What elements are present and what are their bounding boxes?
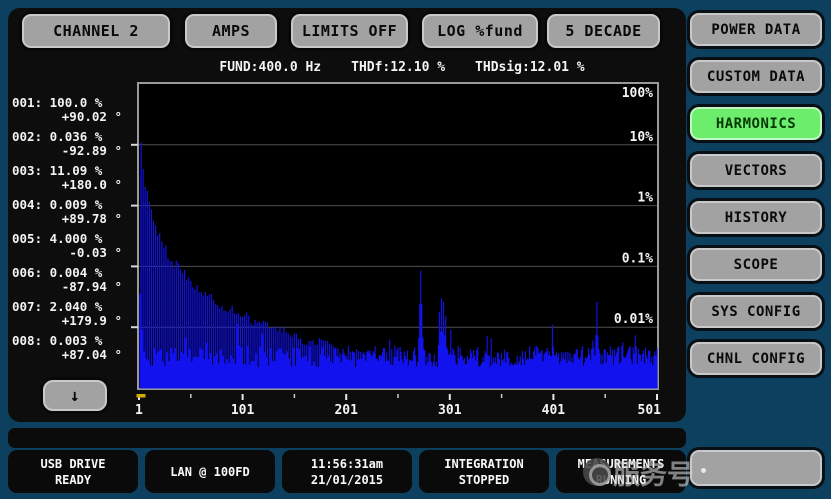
harmonic-entry: 003: 11.09 % +180.0 ° (12, 164, 138, 192)
decade-range-button[interactable]: 5 DECADE (547, 14, 660, 48)
svg-text:0.01%: 0.01% (614, 312, 653, 327)
status-usb: USB DRIVEREADY (8, 450, 138, 493)
harmonic-entry: 005: 4.000 % -0.03 ° (12, 232, 138, 260)
menu-custom-data-button[interactable]: CUSTOM DATA (690, 60, 822, 93)
harmonic-entry: 002: 0.036 % -92.89 ° (12, 130, 138, 158)
fundamental-frequency-value: FUND:400.0 Hz (219, 60, 321, 78)
thdf-value: THDf:12.10 % (351, 60, 445, 78)
status-datetime: 11:56:31am21/01/2015 (282, 450, 412, 493)
right-menu: POWER DATA CUSTOM DATA HARMONICS VECTORS… (690, 13, 822, 375)
harmonics-spectrum-chart: 100% 10% 1% 0.1% 0.01% 1 101 201 301 401 501 (131, 80, 665, 414)
harmonic-entry: 004: 0.009 % +89.78 ° (12, 198, 138, 226)
limits-toggle-button[interactable]: LIMITS OFF (291, 14, 408, 48)
down-arrow-icon: ↓ (70, 386, 81, 406)
scale-mode-button[interactable]: LOG %fund (422, 14, 538, 48)
harmonic-readout-list: 001: 100.0 % +90.02 ° 002: 0.036 % -92.8… (12, 96, 138, 368)
harmonic-entry: 006: 0.004 % -87.94 ° (12, 266, 138, 294)
harmonic-entry: 001: 100.0 % +90.02 ° (12, 96, 138, 124)
main-display-panel: CHANNEL 2 AMPS LIMITS OFF LOG %fund 5 DE… (8, 8, 686, 422)
units-amps-button[interactable]: AMPS (185, 14, 277, 48)
svg-text:501: 501 (638, 403, 662, 414)
menu-chnl-config-button[interactable]: CHNL CONFIG (690, 342, 822, 375)
menu-power-data-button[interactable]: POWER DATA (690, 13, 822, 46)
svg-text:301: 301 (438, 403, 462, 414)
svg-text:0.1%: 0.1% (622, 251, 653, 266)
svg-text:1%: 1% (637, 191, 653, 206)
bottom-right-blank-button[interactable] (690, 450, 822, 486)
measurement-summary-row: FUND:400.0 Hz THDf:12.10 % THDsig:12.01 … (137, 60, 667, 78)
menu-scope-button[interactable]: SCOPE (690, 248, 822, 281)
svg-text:1: 1 (135, 403, 143, 414)
svg-text:101: 101 (231, 403, 255, 414)
message-bar (8, 428, 686, 448)
menu-vectors-button[interactable]: VECTORS (690, 154, 822, 187)
menu-history-button[interactable]: HISTORY (690, 201, 822, 234)
status-lan: LAN @ 100FD (145, 450, 275, 493)
thdsig-value: THDsig:12.01 % (475, 60, 585, 78)
svg-text:401: 401 (542, 403, 566, 414)
harmonic-entry: 007: 2.040 % +179.9 ° (12, 300, 138, 328)
harmonic-entry: 008: 0.003 % +87.04 ° (12, 334, 138, 362)
status-measurements: MEASUREMENTSRUNNING (556, 450, 686, 493)
menu-harmonics-button[interactable]: HARMONICS (690, 107, 822, 140)
harmonics-plot: 100% 10% 1% 0.1% 0.01% 1 101 201 301 401 501 (131, 80, 665, 414)
svg-text:201: 201 (334, 403, 358, 414)
watermark-dot (701, 468, 706, 473)
menu-sys-config-button[interactable]: SYS CONFIG (690, 295, 822, 328)
svg-text:10%: 10% (630, 130, 654, 145)
scroll-down-button[interactable]: ↓ (43, 380, 107, 411)
svg-text:100%: 100% (622, 86, 653, 101)
channel-select-button[interactable]: CHANNEL 2 (22, 14, 170, 48)
status-integration: INTEGRATIONSTOPPED (419, 450, 549, 493)
